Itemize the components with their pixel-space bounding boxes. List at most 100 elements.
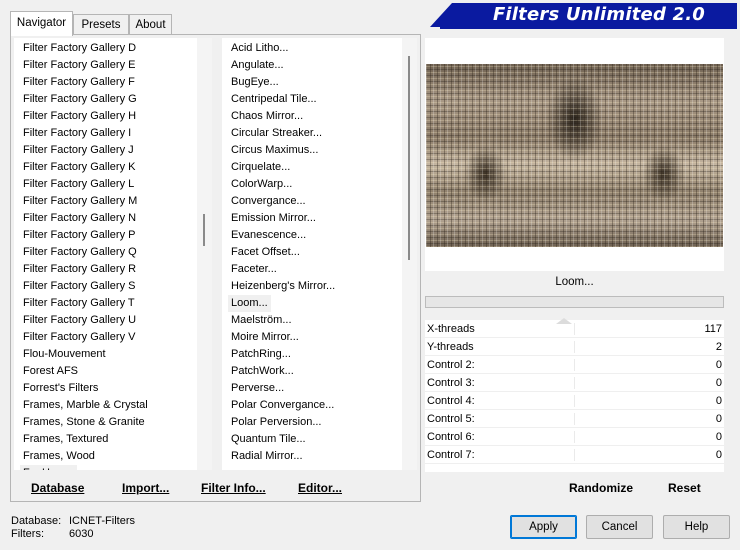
category-list-item[interactable]: Filter Factory Gallery U [20,312,139,329]
filter-list-item[interactable]: Quantum Tile... [228,431,309,448]
filter-list-item[interactable]: Perverse... [228,380,287,397]
control-value: 0 [715,449,722,461]
category-list-item[interactable]: Flou-Mouvement [20,346,109,363]
filter-list-item[interactable]: Polar Convergance... [228,397,337,414]
category-list-item[interactable]: Filter Factory Gallery S [20,278,138,295]
filter-list-item[interactable]: PatchWork... [228,363,297,380]
category-list-item[interactable]: Filter Factory Gallery L [20,176,137,193]
category-list-item[interactable]: Filter Factory Gallery R [20,261,139,278]
randomize-button[interactable]: Randomize [569,481,633,495]
filter-list-item[interactable]: Polar Perversion... [228,414,324,431]
progress-bar [425,296,724,308]
category-list-item[interactable]: Filter Factory Gallery G [20,91,140,108]
help-button[interactable]: Help [663,515,730,539]
tab-navigator-label: Navigator [16,17,67,29]
filter-list-item[interactable]: Maelström... [228,312,295,329]
category-list-item[interactable]: Filter Factory Gallery H [20,108,139,125]
control-value: 2 [715,341,722,353]
control-slider[interactable]: Y-threads 2 [425,338,724,356]
filter-list-item[interactable]: Chaos Mirror... [228,108,306,125]
category-list-item[interactable]: Frames, Stone & Granite [20,414,148,431]
control-slider[interactable]: Control 3: 0 [425,374,724,392]
slider-tick [574,413,575,425]
slider-tick [574,431,575,443]
control-slider[interactable]: X-threads 117 [425,318,724,338]
control-value: 0 [715,431,722,443]
category-scrollbar[interactable] [197,38,212,470]
filter-list-item[interactable]: Angulate... [228,57,287,74]
editor-button[interactable]: Editor... [298,481,342,495]
title-banner: Filters Unlimited 2.0 [430,3,737,27]
control-label: Y-threads [427,341,474,353]
category-list-item[interactable]: Filter Factory Gallery F [20,74,138,91]
filter-scroll-thumb[interactable] [408,56,410,260]
control-label: Control 5: [427,413,475,425]
control-slider[interactable]: Control 7: 0 [425,446,724,464]
filter-list-item[interactable]: Cirquelate... [228,159,293,176]
control-slider[interactable]: Control 5: 0 [425,410,724,428]
filter-info-button[interactable]: Filter Info... [201,481,266,495]
filter-list-item[interactable]: PatchRing... [228,346,294,363]
database-button[interactable]: Database [31,481,84,495]
control-slider[interactable]: Control 4: 0 [425,392,724,410]
filter-list-item[interactable]: Moire Mirror... [228,329,302,346]
category-list[interactable]: Filter Factory Gallery D Filter Factory G… [14,38,197,470]
slider-tick [574,359,575,371]
tab-about[interactable]: About [129,14,172,35]
tab-presets[interactable]: Presets [73,14,129,35]
control-slider[interactable]: Control 2: 0 [425,356,724,374]
tab-presets-label: Presets [81,19,121,31]
filter-list-item[interactable]: Heizenberg's Mirror... [228,278,338,295]
slider-tick [574,449,575,461]
filter-list-item[interactable]: Circular Streaker... [228,125,325,142]
category-list-item[interactable]: Frames, Wood [20,448,98,465]
category-list-item[interactable]: Frames, Marble & Crystal [20,397,151,414]
tab-about-label: About [135,19,166,31]
category-list-item[interactable]: Filter Factory Gallery N [20,210,139,227]
filter-list-item[interactable]: Convergance... [228,193,309,210]
control-value: 0 [715,395,722,407]
category-list-item[interactable]: Filter Factory Gallery T [20,295,138,312]
controls-panel: X-threads 117 Y-threads 2 Control 2: 0 Control… [425,318,724,472]
filters-count-label: Filters: [11,528,44,540]
category-list-item[interactable]: Filter Factory Gallery J [20,142,137,159]
database-status-value: ICNET-Filters [69,515,135,527]
category-list-item[interactable]: Filter Factory Gallery M [20,193,140,210]
filter-list-item[interactable]: Faceter... [228,261,280,278]
filter-list-item[interactable]: Circus Maximus... [228,142,321,159]
category-list-item[interactable]: Forest AFS [20,363,81,380]
database-status-label: Database: [11,515,62,527]
app-title: Filters Unlimited 2.0 [492,4,705,25]
filter-list-item[interactable]: Facet Offset... [228,244,303,261]
filter-list-item[interactable]: Emission Mirror... [228,210,319,227]
filter-list-item[interactable]: Loom... [228,295,271,312]
category-list-item[interactable]: Forrest's Filters [20,380,101,397]
slider-tick [574,377,575,389]
category-list-item[interactable]: Filter Factory Gallery K [20,159,138,176]
apply-button[interactable]: Apply [510,515,577,539]
category-list-item[interactable]: Filter Factory Gallery V [20,329,138,346]
filter-list-item[interactable]: BugEye... [228,74,282,91]
reset-button[interactable]: Reset [668,481,701,495]
category-list-item[interactable]: FunHouse [20,465,77,470]
import-button[interactable]: Import... [122,481,169,495]
category-list-item[interactable]: Filter Factory Gallery E [20,57,138,74]
filter-list-item[interactable]: ColorWarp... [228,176,295,193]
category-list-item[interactable]: Frames, Textured [20,431,111,448]
filter-scrollbar[interactable] [402,38,417,470]
category-list-item[interactable]: Filter Factory Gallery P [20,227,138,244]
filter-list-item[interactable]: Radial Mirror... [228,448,306,465]
category-list-item[interactable]: Filter Factory Gallery Q [20,244,140,261]
tab-navigator[interactable]: Navigator [10,11,73,36]
control-slider[interactable]: Control 6: 0 [425,428,724,446]
filter-list-item[interactable]: Centripedal Tile... [228,91,320,108]
filter-list-item[interactable]: Evanescence... [228,227,309,244]
cancel-button[interactable]: Cancel [586,515,653,539]
control-value: 117 [704,323,722,335]
category-list-item[interactable]: Filter Factory Gallery D [20,40,139,57]
slider-tick [574,341,575,353]
category-list-item[interactable]: Filter Factory Gallery I [20,125,134,142]
category-scroll-thumb[interactable] [203,214,205,246]
filter-list-item[interactable]: Acid Litho... [228,40,291,57]
filter-list[interactable]: Acid Litho... Angulate... BugEye... Centrip… [222,38,402,470]
